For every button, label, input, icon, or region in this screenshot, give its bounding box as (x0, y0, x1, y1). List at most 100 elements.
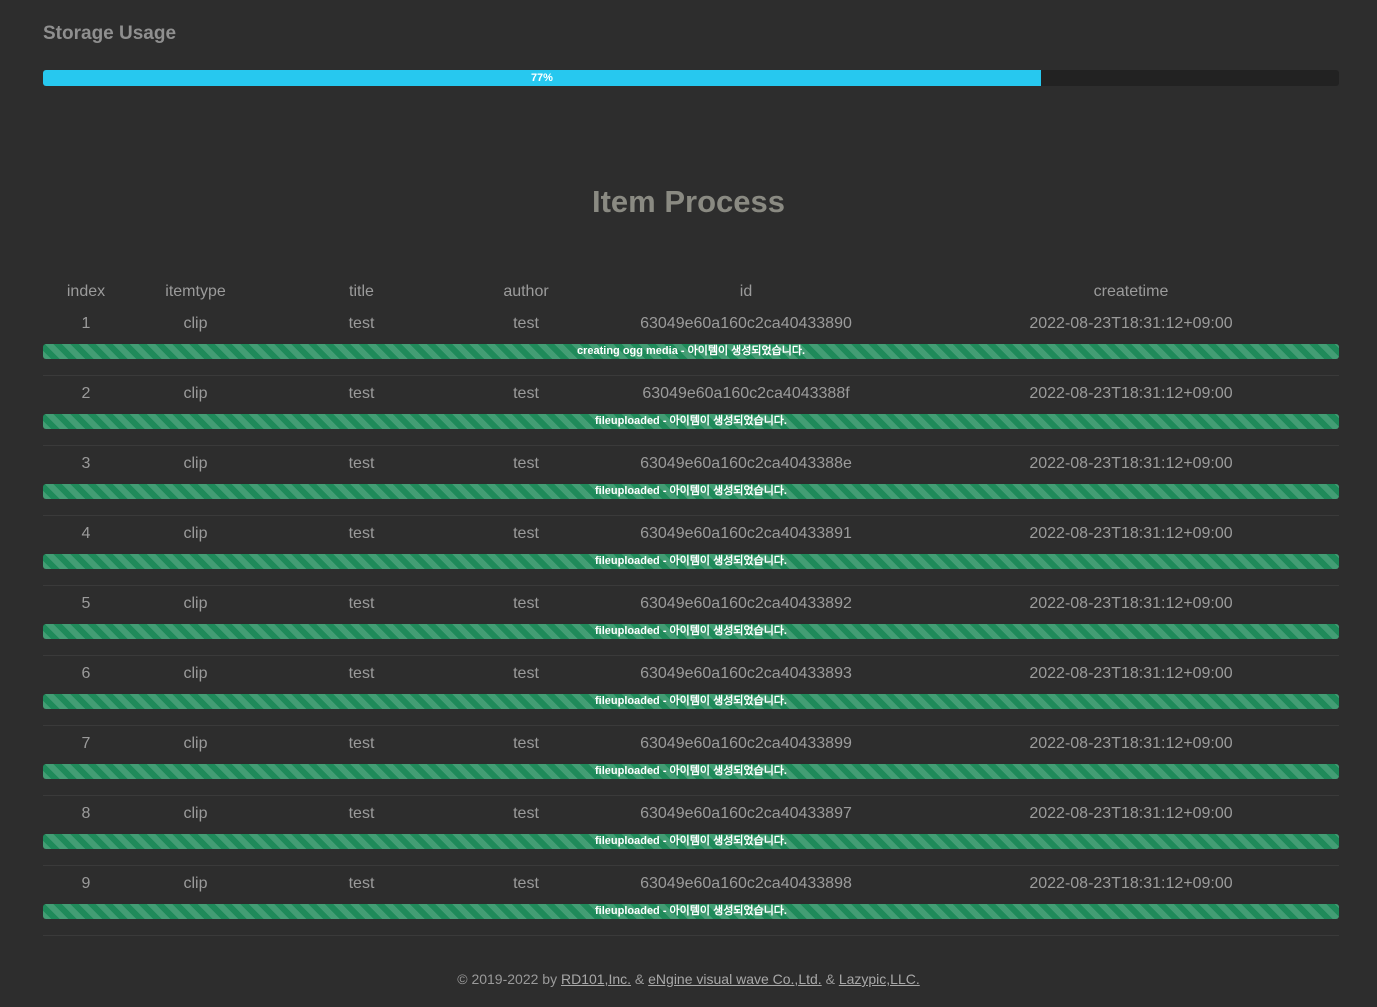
footer-separator: & (631, 971, 649, 987)
column-header-author: author (503, 283, 549, 300)
table-row-cells: 8 clip test test 63049e60a160c2ca40433897 202… (43, 800, 1339, 828)
cell-author: test (513, 665, 539, 682)
cell-createtime: 2022-08-23T18:31:12+09:00 (1029, 665, 1233, 682)
cell-createtime: 2022-08-23T18:31:12+09:00 (1029, 735, 1233, 752)
cell-itemtype: clip (183, 665, 208, 682)
cell-title: test (348, 385, 375, 402)
footer-separator: & (821, 971, 839, 987)
cell-index: 8 (81, 805, 91, 822)
cell-itemtype: clip (183, 385, 208, 402)
cell-id: 63049e60a160c2ca40433891 (640, 525, 852, 542)
cell-title: test (348, 665, 375, 682)
cell-index: 3 (81, 455, 91, 472)
cell-index: 4 (81, 525, 91, 542)
cell-createtime: 2022-08-23T18:31:12+09:00 (1029, 385, 1233, 402)
cell-createtime: 2022-08-23T18:31:12+09:00 (1029, 595, 1233, 612)
table-row: 2 clip test test 63049e60a160c2ca4043388f 202… (43, 380, 1339, 446)
cell-title: test (348, 595, 375, 612)
storage-usage-title: Storage Usage (43, 23, 177, 44)
cell-id: 63049e60a160c2ca4043388e (640, 455, 852, 472)
item-status-progress-bar: fileuploaded - 아이템이 생성되었습니다. (43, 834, 1339, 849)
column-header-itemtype: itemtype (165, 283, 226, 300)
table-body: 1 clip test test 63049e60a160c2ca40433890 202… (43, 310, 1339, 936)
cell-author: test (513, 385, 539, 402)
table-row-cells: 2 clip test test 63049e60a160c2ca4043388f 202… (43, 380, 1339, 408)
cell-author: test (513, 455, 539, 472)
item-process-title: Item Process (592, 184, 785, 219)
item-process-table: index itemtype title author id createtim… (43, 278, 1339, 936)
footer-link-lazypic[interactable]: Lazypic,LLC. (839, 971, 920, 987)
footer-copyright: © 2019-2022 by (457, 971, 561, 987)
cell-itemtype: clip (183, 875, 208, 892)
table-row: 1 clip test test 63049e60a160c2ca40433890 202… (43, 310, 1339, 376)
table-row-cells: 4 clip test test 63049e60a160c2ca40433891 202… (43, 520, 1339, 548)
column-header-createtime: createtime (1093, 283, 1169, 300)
table-row-cells: 5 clip test test 63049e60a160c2ca40433892 202… (43, 590, 1339, 618)
item-status-progress-bar: fileuploaded - 아이템이 생성되었습니다. (43, 554, 1339, 569)
item-status-progress-bar: fileuploaded - 아이템이 생성되었습니다. (43, 694, 1339, 709)
table-row: 4 clip test test 63049e60a160c2ca40433891 202… (43, 520, 1339, 586)
storage-usage-progress-fill: 77% (43, 70, 1041, 86)
cell-createtime: 2022-08-23T18:31:12+09:00 (1029, 875, 1233, 892)
cell-id: 63049e60a160c2ca40433897 (640, 805, 852, 822)
page: Storage Usage 77% Item Process index ite… (0, 0, 1377, 1007)
table-row-cells: 6 clip test test 63049e60a160c2ca40433893 202… (43, 660, 1339, 688)
table-row: 5 clip test test 63049e60a160c2ca40433892 202… (43, 590, 1339, 656)
cell-title: test (348, 735, 375, 752)
cell-createtime: 2022-08-23T18:31:12+09:00 (1029, 315, 1233, 332)
cell-createtime: 2022-08-23T18:31:12+09:00 (1029, 525, 1233, 542)
cell-author: test (513, 735, 539, 752)
cell-id: 63049e60a160c2ca40433892 (640, 595, 852, 612)
cell-itemtype: clip (183, 455, 208, 472)
cell-id: 63049e60a160c2ca4043388f (642, 385, 850, 402)
column-header-id: id (739, 283, 753, 300)
item-status-progress-bar: fileuploaded - 아이템이 생성되었습니다. (43, 414, 1339, 429)
cell-author: test (513, 315, 539, 332)
cell-id: 63049e60a160c2ca40433893 (640, 665, 852, 682)
cell-title: test (348, 875, 375, 892)
cell-author: test (513, 875, 539, 892)
table-row-cells: 1 clip test test 63049e60a160c2ca40433890 202… (43, 310, 1339, 338)
cell-index: 1 (81, 315, 91, 332)
cell-title: test (348, 525, 375, 542)
cell-index: 2 (81, 385, 91, 402)
table-row: 9 clip test test 63049e60a160c2ca40433898 202… (43, 870, 1339, 936)
cell-author: test (513, 805, 539, 822)
table-row: 8 clip test test 63049e60a160c2ca40433897 202… (43, 800, 1339, 866)
cell-id: 63049e60a160c2ca40433890 (640, 315, 852, 332)
cell-itemtype: clip (183, 735, 208, 752)
item-status-progress-bar: creating ogg media - 아이템이 생성되었습니다. (43, 344, 1339, 359)
footer: © 2019-2022 by RD101,Inc. & eNgine visua… (0, 969, 1377, 989)
cell-index: 5 (81, 595, 91, 612)
table-row-cells: 3 clip test test 63049e60a160c2ca4043388e 202… (43, 450, 1339, 478)
table-row: 7 clip test test 63049e60a160c2ca40433899 202… (43, 730, 1339, 796)
storage-usage-progress-bar: 77% (43, 70, 1339, 86)
item-status-progress-bar: fileuploaded - 아이템이 생성되었습니다. (43, 764, 1339, 779)
cell-title: test (348, 315, 375, 332)
table-header-row: index itemtype title author id createtim… (43, 278, 1339, 306)
cell-id: 63049e60a160c2ca40433899 (640, 735, 852, 752)
column-header-title: title (349, 283, 374, 300)
cell-id: 63049e60a160c2ca40433898 (640, 875, 852, 892)
cell-createtime: 2022-08-23T18:31:12+09:00 (1029, 455, 1233, 472)
cell-itemtype: clip (183, 315, 208, 332)
table-row: 6 clip test test 63049e60a160c2ca40433893 202… (43, 660, 1339, 726)
cell-index: 9 (81, 875, 91, 892)
cell-title: test (348, 805, 375, 822)
footer-link-rd101[interactable]: RD101,Inc. (561, 971, 631, 987)
cell-index: 6 (81, 665, 91, 682)
table-row-cells: 9 clip test test 63049e60a160c2ca40433898 202… (43, 870, 1339, 898)
cell-itemtype: clip (183, 525, 208, 542)
cell-author: test (513, 595, 539, 612)
cell-title: test (348, 455, 375, 472)
cell-itemtype: clip (183, 805, 208, 822)
table-row: 3 clip test test 63049e60a160c2ca4043388e 202… (43, 450, 1339, 516)
cell-index: 7 (81, 735, 91, 752)
footer-link-engine-visual-wave[interactable]: eNgine visual wave Co.,Ltd. (648, 971, 822, 987)
cell-createtime: 2022-08-23T18:31:12+09:00 (1029, 805, 1233, 822)
cell-author: test (513, 525, 539, 542)
cell-itemtype: clip (183, 595, 208, 612)
table-row-cells: 7 clip test test 63049e60a160c2ca40433899 202… (43, 730, 1339, 758)
item-status-progress-bar: fileuploaded - 아이템이 생성되었습니다. (43, 904, 1339, 919)
item-status-progress-bar: fileuploaded - 아이템이 생성되었습니다. (43, 484, 1339, 499)
